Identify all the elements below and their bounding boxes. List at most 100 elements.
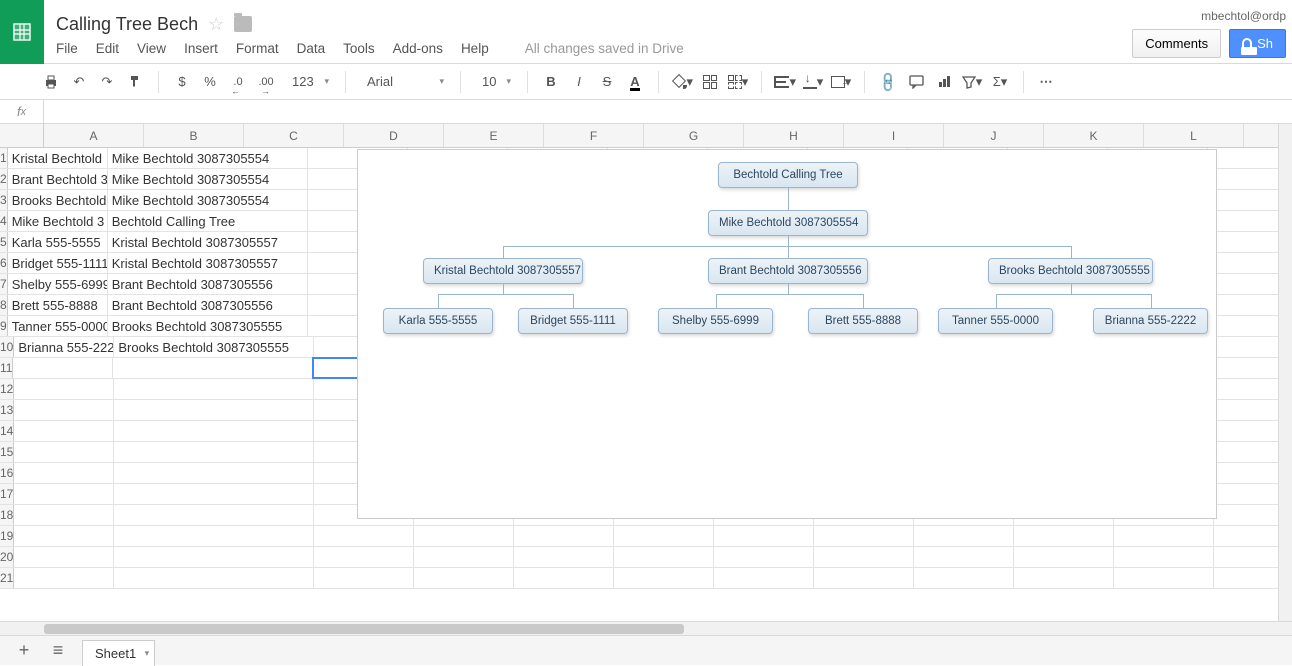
row-header[interactable]: 1 [0,148,8,168]
cell[interactable] [614,547,714,567]
cell[interactable] [14,505,114,525]
cell[interactable] [514,568,614,588]
column-header[interactable]: D [344,124,444,147]
column-header[interactable]: F [544,124,644,147]
row-header[interactable]: 5 [0,232,8,252]
menu-addons[interactable]: Add-ons [393,41,443,56]
cell[interactable] [14,400,114,420]
number-format-select[interactable]: 123 [283,70,333,94]
org-node[interactable]: Kristal Bechtold 3087305557 [423,258,583,284]
cell[interactable] [714,568,814,588]
horizontal-scrollbar[interactable] [0,621,1292,635]
cell[interactable] [1014,547,1114,567]
cell[interactable]: Brooks Bechtold [8,190,108,210]
menu-edit[interactable]: Edit [96,41,119,56]
row-header[interactable]: 17 [0,484,14,504]
cell[interactable] [514,547,614,567]
vertical-align-button[interactable]: ▾ [802,71,824,93]
comments-button[interactable]: Comments [1132,29,1221,58]
cell[interactable]: Mike Bechtold 3087305554 [108,190,308,210]
strikethrough-button[interactable]: S [596,71,618,93]
cell[interactable] [914,547,1014,567]
cell[interactable] [113,358,313,378]
insert-chart-button[interactable] [933,71,955,93]
menu-insert[interactable]: Insert [184,41,218,56]
org-node[interactable]: Mike Bechtold 3087305554 [708,210,868,236]
cell[interactable] [1014,526,1114,546]
cell[interactable] [814,568,914,588]
cell[interactable] [114,484,314,504]
org-node[interactable]: Brett 555-8888 [808,308,918,334]
menu-help[interactable]: Help [461,41,489,56]
row-header[interactable]: 19 [0,526,14,546]
italic-button[interactable]: I [568,71,590,93]
org-node[interactable]: Shelby 555-6999 [658,308,773,334]
bold-button[interactable]: B [540,71,562,93]
cell[interactable] [114,463,314,483]
cell[interactable] [514,526,614,546]
format-percent[interactable]: % [199,71,221,93]
menu-file[interactable]: File [56,41,78,56]
fill-color-button[interactable]: ▾ [671,71,693,93]
row-header[interactable]: 18 [0,505,14,525]
increase-decimal[interactable]: .00→ [255,71,277,93]
cell[interactable]: Brant Bechtold 3 [8,169,108,189]
row-header[interactable]: 4 [0,211,8,231]
insert-link-button[interactable]: 🔗 [872,66,903,97]
user-email[interactable]: mbechtol@ordp [1201,9,1286,23]
select-all-corner[interactable] [0,124,44,147]
row-header[interactable]: 13 [0,400,14,420]
menu-data[interactable]: Data [297,41,326,56]
org-node[interactable]: Tanner 555-0000 [938,308,1053,334]
cell[interactable]: Bridget 555-1111 [8,253,108,273]
row-header[interactable]: 6 [0,253,8,273]
menu-view[interactable]: View [137,41,166,56]
cell[interactable] [414,526,514,546]
row-header[interactable]: 14 [0,421,14,441]
row-header[interactable]: 2 [0,169,8,189]
cell[interactable]: Shelby 555-6999 [8,274,108,294]
cell[interactable] [114,505,314,525]
cell[interactable] [414,568,514,588]
cell[interactable] [14,568,114,588]
row-header[interactable]: 15 [0,442,14,462]
decrease-decimal[interactable]: .0← [227,71,249,93]
row-header[interactable]: 21 [0,568,14,588]
cell[interactable]: Kristal Bechtold 3087305557 [108,253,308,273]
document-title[interactable]: Calling Tree Bech [56,14,198,35]
cell[interactable]: Bechtold Calling Tree [108,211,308,231]
cell[interactable] [1114,526,1214,546]
text-wrap-button[interactable]: ▾ [830,71,852,93]
formula-input[interactable] [44,100,1292,123]
row-header[interactable]: 20 [0,547,14,567]
cell[interactable] [14,442,114,462]
cell[interactable]: Brant Bechtold 3087305556 [108,295,308,315]
cell[interactable] [414,547,514,567]
cell[interactable] [14,379,114,399]
star-icon[interactable]: ☆ [208,14,224,35]
row-header[interactable]: 8 [0,295,8,315]
borders-button[interactable] [699,71,721,93]
cell[interactable]: Mike Bechtold 3087305554 [108,148,308,168]
column-header[interactable]: A [44,124,144,147]
column-header[interactable]: K [1044,124,1144,147]
cell[interactable] [714,526,814,546]
cell[interactable] [914,568,1014,588]
app-logo[interactable] [0,0,44,64]
row-header[interactable]: 10 [0,337,14,357]
org-node[interactable]: Brooks Bechtold 3087305555 [988,258,1153,284]
cell[interactable] [114,442,314,462]
menu-format[interactable]: Format [236,41,279,56]
cell[interactable] [114,568,314,588]
cell[interactable] [14,484,114,504]
sheet-tab[interactable]: Sheet1 [82,640,155,666]
cell[interactable] [1114,547,1214,567]
print-icon[interactable] [40,71,62,93]
redo-icon[interactable]: ↷ [96,71,118,93]
row-header[interactable]: 3 [0,190,8,210]
cell[interactable] [114,547,314,567]
column-header[interactable]: I [844,124,944,147]
org-chart[interactable]: Bechtold Calling TreeMike Bechtold 30873… [357,149,1217,519]
org-node[interactable]: Karla 555-5555 [383,308,493,334]
org-node[interactable]: Brianna 555-2222 [1093,308,1208,334]
